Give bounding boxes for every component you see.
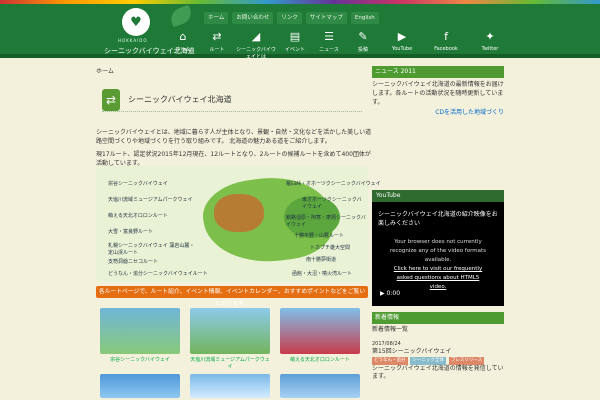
page-title-box: ⇄ シーニックバイウェイ北海道 [102, 88, 362, 112]
news-date: 2017/08/24 [372, 341, 401, 347]
news-tag[interactable]: プレスリリース [448, 357, 485, 365]
pen-icon: ✎ [358, 30, 368, 43]
intro-text: シーニックバイウェイとは、地域に暮らす人が主体となり、景観・自然・文化などを活か… [96, 129, 372, 145]
video-message: Your browser does not currently recogniz… [389, 239, 487, 290]
route-photo-label[interactable]: 宗谷シーニックバイウェイ [100, 356, 180, 363]
latest-title[interactable]: 新着情報一覧 [372, 326, 504, 334]
route-photo-label[interactable]: 萌える天北オロロンルート [280, 356, 360, 363]
logo-heart-icon: ♥ [122, 8, 150, 36]
route-photo[interactable] [280, 308, 360, 354]
video-player[interactable]: シーニックバイウェイ北海道の紹介映像をお楽しみください Your browser… [372, 202, 504, 306]
route-icon: ⇄ [212, 30, 222, 43]
nav-news[interactable]: ☰ ニュース [312, 28, 346, 60]
route-photo[interactable] [280, 374, 360, 398]
sidebar: ニュース 2011 シーニックバイウェイ北海道の最新情報をお届けします。各ルート… [372, 66, 504, 400]
site-header: ♥ HOKKAIDO シーニックバイウェイ北海道 ホーム お問い合わせ リンク … [0, 4, 600, 60]
play-button[interactable]: ▶ 0:00 [380, 290, 400, 297]
nav-post[interactable]: ✎ 投稿 [346, 28, 380, 60]
nav-twitter[interactable]: ✦ Twitter [468, 28, 512, 60]
top-link-english[interactable]: English [350, 12, 379, 24]
logo-sub: HOKKAIDO [118, 38, 148, 43]
map-label[interactable]: トカプチ雄大空間 [310, 244, 350, 251]
sidebar-cd-link[interactable]: CDを活用した地域づくり [372, 107, 504, 116]
signpost-icon: ⇄ [102, 88, 120, 111]
video-faq-link[interactable]: Click here to visit our frequently asked… [394, 266, 482, 290]
map-label[interactable]: 萌える天北オロロンルート [108, 212, 168, 219]
map-label[interactable]: 十勝平野・山麓ルート [294, 232, 344, 239]
route-photo[interactable] [190, 374, 270, 398]
map-label[interactable]: 羅臼峠・オホーツクシーニックバイウェイ [286, 180, 381, 187]
map-label[interactable]: 南十勝夢街道 [306, 256, 336, 263]
map-label[interactable]: 宗谷シーニックバイウェイ [108, 180, 168, 187]
nav-event[interactable]: ▤ イベント [278, 28, 312, 60]
top-link-links[interactable]: リンク [277, 12, 302, 24]
page-title: シーニックバイウェイ北海道 [128, 95, 232, 104]
home-icon: ⌂ [179, 30, 187, 43]
map-label[interactable]: 札幌シーニックバイウェイ 藻岩山麓・定山渓ルート [108, 242, 198, 256]
map-label[interactable]: 函館・大沼・噴火湾ルート [292, 270, 352, 277]
main-nav: ⌂ ホーム ⇄ ルート ◢ シーニックバイウェイとは ▤ イベント ☰ ニュース ✎ 投稿 … [166, 28, 512, 60]
route-photos: 宗谷シーニックバイウェイ 天塩川流域ミュージアムパークウェイ 萌える天北オロロン… [100, 308, 366, 398]
event-icon: ▤ [289, 30, 301, 43]
hokkaido-map[interactable]: 宗谷シーニックバイウェイ 天塩川流域ミュージアムパークウェイ 萌える天北オロロン… [96, 166, 381, 282]
news-item[interactable]: シーニックバイウェイ北海道の情報を発信しています。 [372, 365, 504, 381]
nav-route[interactable]: ⇄ ルート [200, 28, 234, 60]
map-label[interactable]: 東オホーツクシーニックバイウェイ [302, 196, 366, 210]
top-link-contact[interactable]: お問い合わせ [232, 12, 274, 24]
breadcrumb[interactable]: ホーム [96, 66, 368, 75]
youtube-icon: ▶ [397, 30, 407, 43]
news-tag[interactable]: シーニック全体 [410, 357, 446, 365]
nav-about[interactable]: ◢ シーニックバイウェイとは [234, 28, 278, 60]
route-photo[interactable] [190, 308, 270, 354]
top-link-sitemap[interactable]: サイトマップ [305, 12, 347, 24]
top-link-home[interactable]: ホーム [204, 12, 229, 24]
route-photo[interactable] [100, 308, 180, 354]
news-item[interactable]: 第15回シーニックバイウェイ [372, 348, 504, 356]
map-label[interactable]: 天塩川流域ミュージアムパークウェイ [108, 196, 193, 203]
main-content: ホーム ⇄ シーニックバイウェイ北海道 シーニックバイウェイとは、地域に暮らす人… [96, 66, 381, 400]
map-label[interactable]: 大雪・富良野ルート [108, 228, 153, 235]
map-region [214, 194, 264, 232]
route-banner: 各ルートページで、ルート紹介、イベント情報、イベントカレンダー、おすすめポイント… [96, 286, 368, 307]
latest-head: 新着情報 [372, 312, 504, 324]
route-photo-label[interactable]: 天塩川流域ミュージアムパークウェイ [190, 356, 270, 370]
facebook-icon: f [444, 30, 448, 43]
nav-youtube[interactable]: ▶ YouTube [380, 28, 424, 60]
video-title: シーニックバイウェイ北海道の紹介映像をお楽しみください [378, 211, 498, 227]
map-label[interactable]: 釧路湿原・阿寒・摩周シーニックバイウェイ [286, 214, 366, 228]
sidebar-news-text: シーニックバイウェイ北海道の最新情報をお届けします。各ルートの活動状況を随時更新… [372, 81, 504, 106]
news-icon: ☰ [324, 30, 334, 43]
latest-news: 新着情報一覧 2017/08/24 第15回シーニックバイウェイ どうなん・追分… [372, 326, 504, 381]
map-label[interactable]: 支笏洞爺ニセコルート [108, 258, 158, 265]
news-tag[interactable]: どうなん・追分 [372, 357, 408, 365]
youtube-head: YouTube [372, 190, 504, 202]
map-label[interactable]: どうなん・追分シーニックバイウェイルート [108, 270, 208, 277]
route-photo[interactable] [100, 374, 180, 398]
top-links: ホーム お問い合わせ リンク サイトマップ English [204, 12, 408, 24]
nav-home[interactable]: ⌂ ホーム [166, 28, 200, 60]
sidebar-news-head: ニュース 2011 [372, 66, 504, 78]
map-icon: ◢ [251, 30, 261, 43]
nav-facebook[interactable]: f Facebook [424, 28, 468, 60]
twitter-icon: ✦ [485, 30, 495, 43]
